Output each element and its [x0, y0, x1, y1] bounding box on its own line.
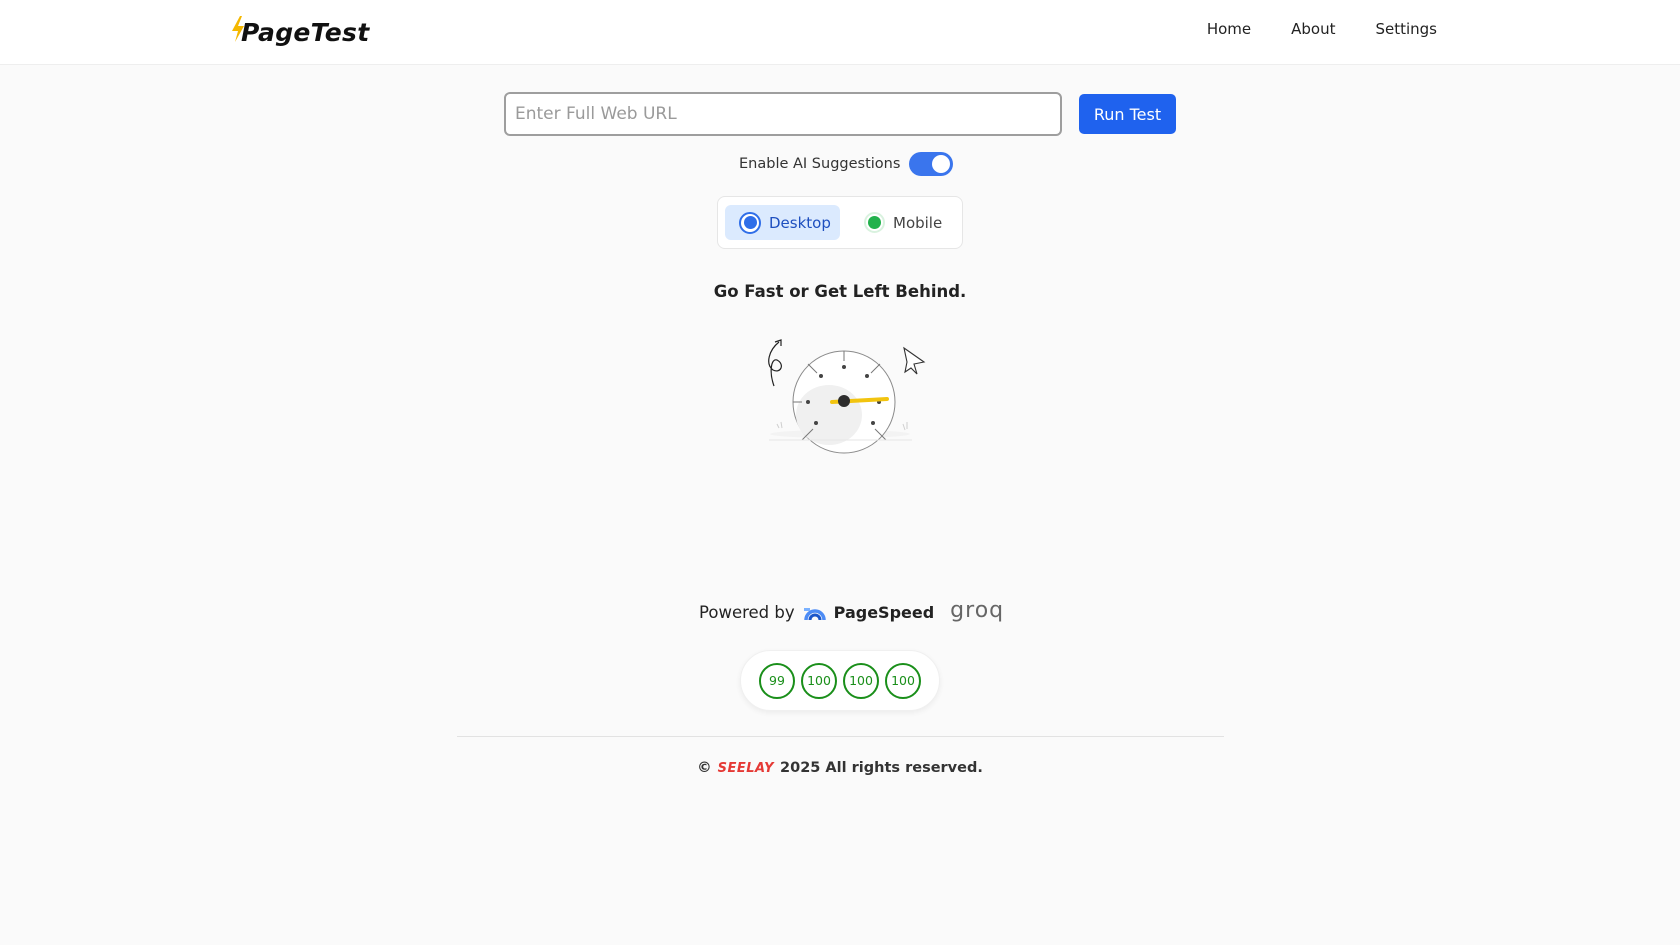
desktop-option[interactable]: Desktop	[725, 205, 840, 240]
url-input[interactable]	[504, 92, 1062, 136]
device-selector: Desktop Mobile	[717, 196, 963, 249]
score-badges: 99 100 100 100	[740, 650, 940, 711]
ai-suggestions-toggle[interactable]	[909, 152, 954, 176]
ai-suggestions-row: Enable AI Suggestions	[739, 151, 954, 177]
mobile-option[interactable]: Mobile	[859, 205, 951, 240]
run-test-button[interactable]: Run Test	[1079, 94, 1176, 134]
nav-settings-link[interactable]: Settings	[1375, 20, 1437, 38]
nav-about-link[interactable]: About	[1291, 20, 1335, 38]
mobile-label: Mobile	[893, 213, 943, 232]
score-circle: 100	[801, 662, 837, 699]
footer: © SEELAY 2025 All rights reserved.	[0, 760, 1680, 776]
speedometer-illustration	[768, 339, 926, 454]
desktop-label: Desktop	[769, 213, 831, 232]
copyright-symbol: ©	[697, 760, 712, 776]
ai-suggestions-label: Enable AI Suggestions	[739, 156, 901, 172]
footer-divider	[457, 736, 1224, 737]
main-nav: Home About Settings	[1207, 20, 1437, 38]
mobile-radio[interactable]	[864, 212, 885, 233]
desktop-radio[interactable]	[739, 211, 761, 234]
score-circle: 99	[759, 662, 795, 699]
powered-by-label: Powered by	[699, 602, 795, 622]
site-logo[interactable]: PageTest	[231, 14, 369, 50]
powered-by: Powered by PageSpeed groq	[699, 598, 1004, 626]
score-circle: 100	[843, 662, 879, 699]
copyright-text: 2025 All rights reserved.	[780, 760, 983, 776]
score-circle: 100	[885, 662, 921, 699]
groq-logo: groq	[950, 598, 1005, 623]
tagline: Go Fast or Get Left Behind.	[713, 282, 967, 301]
nav-home-link[interactable]: Home	[1207, 20, 1251, 38]
logo-text: PageTest	[241, 17, 370, 47]
pagespeed-label: PageSpeed	[833, 602, 935, 622]
top-header: PageTest Home About Settings	[0, 0, 1680, 65]
toggle-knob	[932, 155, 951, 173]
brand-logo[interactable]: SEELAY	[718, 761, 774, 776]
pagespeed-icon	[803, 608, 826, 621]
